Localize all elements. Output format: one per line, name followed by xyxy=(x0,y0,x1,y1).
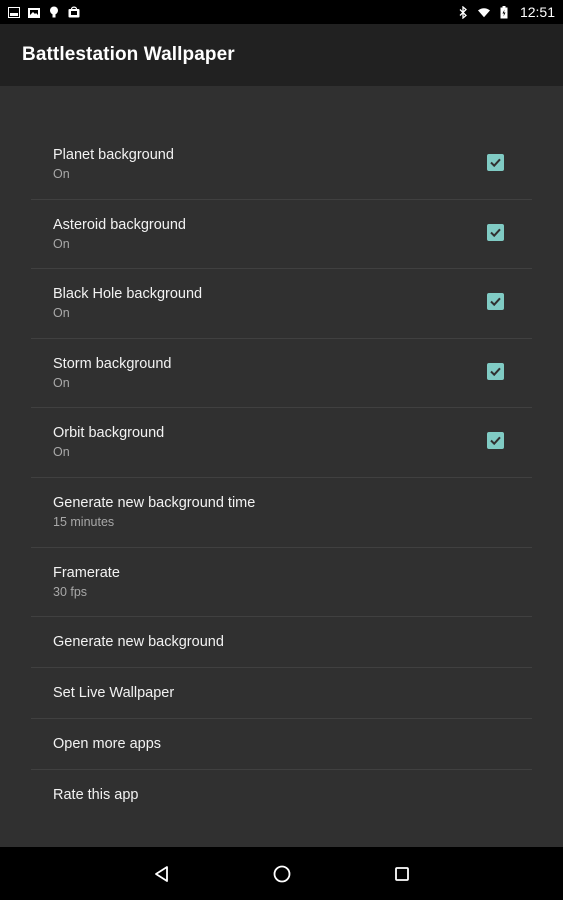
pref-title: Generate new background time xyxy=(53,494,256,511)
pref-summary: On xyxy=(53,236,70,251)
checkmark-icon xyxy=(490,228,501,237)
pref-black-hole-background[interactable]: Black Hole background On xyxy=(31,269,532,339)
status-bar-system: 12:51 xyxy=(458,4,555,20)
storm-background-checkbox[interactable] xyxy=(487,362,504,380)
pref-summary: On xyxy=(53,167,70,181)
checkmark-icon xyxy=(490,437,501,446)
photos-icon xyxy=(28,6,40,18)
pref-orbit-background[interactable]: Orbit background On xyxy=(31,408,532,478)
bulb-icon xyxy=(48,6,60,18)
pref-title: Generate new background xyxy=(53,634,224,651)
pref-summary: On xyxy=(53,375,70,390)
navigation-bar xyxy=(0,847,563,900)
pref-title: Set Live Wallpaper xyxy=(53,685,175,702)
checkmark-icon xyxy=(490,297,501,307)
status-time: 12:51 xyxy=(519,4,555,20)
black-hole-background-checkbox[interactable] xyxy=(487,293,504,311)
pref-summary: 15 minutes xyxy=(53,514,115,529)
recents-icon[interactable] xyxy=(391,863,413,885)
back-icon[interactable] xyxy=(151,863,173,885)
page-title: Battlestation Wallpaper xyxy=(22,44,235,65)
pref-title: Black Hole background xyxy=(53,286,203,303)
pref-title: Rate this app xyxy=(53,787,139,804)
planet-background-checkbox[interactable] xyxy=(487,154,504,171)
pref-framerate[interactable]: Framerate 30 fps xyxy=(31,548,532,618)
pref-title: Asteroid background xyxy=(53,216,186,233)
pref-title: Storm background xyxy=(53,355,172,372)
orbit-background-checkbox[interactable] xyxy=(487,432,504,450)
status-bar: 12:51 xyxy=(0,0,563,24)
preference-list: Planet background On Asteroid background… xyxy=(31,130,532,821)
pref-summary: 30 fps xyxy=(53,584,88,599)
pref-storm-background[interactable]: Storm background On xyxy=(31,339,532,409)
gallery-icon xyxy=(8,6,20,18)
app-bar: Battlestation Wallpaper xyxy=(0,24,563,86)
checkmark-icon xyxy=(490,367,501,376)
asteroid-background-checkbox[interactable] xyxy=(487,223,504,241)
battery-icon xyxy=(498,5,510,18)
wifi-icon xyxy=(477,6,490,18)
checkmark-icon xyxy=(490,158,501,168)
pref-title: Framerate xyxy=(53,564,120,581)
pref-title: Planet background xyxy=(53,147,174,163)
pref-summary: On xyxy=(53,445,70,460)
pref-title: Orbit background xyxy=(53,425,165,442)
pref-open-more-apps[interactable]: Open more apps xyxy=(31,719,532,771)
status-bar-notifications xyxy=(8,6,80,18)
settings-content: Planet background On Asteroid background… xyxy=(0,86,563,847)
pref-planet-background[interactable]: Planet background On xyxy=(31,130,532,200)
pref-generate-new-background[interactable]: Generate new background xyxy=(31,617,532,669)
pref-rate-this-app[interactable]: Rate this app xyxy=(31,770,532,821)
bluetooth-icon xyxy=(458,5,470,19)
pref-summary: On xyxy=(53,306,70,321)
home-icon[interactable] xyxy=(271,863,293,885)
pref-generate-background-time[interactable]: Generate new background time 15 minutes xyxy=(31,478,532,548)
shop-icon xyxy=(68,6,80,18)
pref-asteroid-background[interactable]: Asteroid background On xyxy=(31,200,532,270)
pref-set-live-wallpaper[interactable]: Set Live Wallpaper xyxy=(31,668,532,720)
pref-title: Open more apps xyxy=(53,736,162,753)
